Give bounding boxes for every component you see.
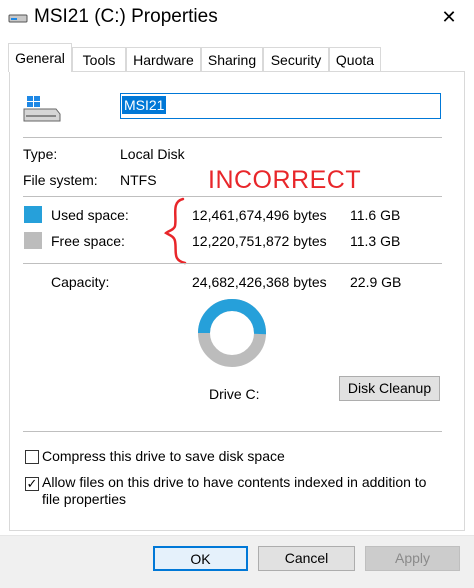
type-value: Local Disk (120, 146, 185, 162)
capacity-label: Capacity: (51, 274, 110, 290)
close-icon: ✕ (441, 7, 457, 27)
compress-label: Compress this drive to save disk space (42, 448, 285, 464)
separator (23, 263, 442, 264)
compress-checkbox[interactable] (25, 450, 39, 464)
tab-security[interactable]: Security (263, 47, 329, 71)
used-space-label: Used space: (51, 207, 129, 223)
window-title: MSI21 (C:) Properties (34, 6, 218, 27)
separator (23, 196, 442, 197)
disk-usage-donut (198, 299, 266, 367)
used-space-bytes: 12,461,674,496 bytes (192, 207, 327, 223)
file-system-value: NTFS (120, 172, 157, 188)
capacity-bytes: 24,682,426,368 bytes (192, 274, 327, 290)
drive-name-input[interactable] (120, 93, 441, 119)
type-label: Type: (23, 146, 58, 162)
free-space-swatch (24, 232, 42, 249)
windows-drive-icon (23, 96, 61, 122)
ok-button[interactable]: OK (153, 546, 248, 571)
free-space-bytes: 12,220,751,872 bytes (192, 233, 327, 249)
tab-general[interactable]: General (8, 43, 72, 72)
index-checkbox[interactable]: ✓ (25, 477, 39, 491)
drive-name-value: MSI21 (122, 96, 167, 114)
apply-button[interactable]: Apply (365, 546, 460, 571)
free-space-size: 11.3 GB (350, 233, 401, 249)
tab-tools[interactable]: Tools (72, 47, 126, 71)
cancel-button[interactable]: Cancel (258, 546, 355, 571)
disk-cleanup-button[interactable]: Disk Cleanup (339, 376, 440, 401)
separator (23, 137, 442, 138)
drive-icon (8, 14, 28, 23)
drive-label: Drive C: (209, 386, 260, 402)
checkmark-icon: ✓ (26, 476, 38, 491)
tab-hardware[interactable]: Hardware (126, 47, 201, 71)
close-button[interactable]: ✕ (434, 4, 464, 30)
separator (23, 431, 442, 432)
used-space-size: 11.6 GB (350, 207, 401, 223)
free-space-label: Free space: (51, 233, 125, 249)
tab-quota[interactable]: Quota (329, 47, 381, 71)
tab-sharing[interactable]: Sharing (201, 47, 263, 71)
index-label: Allow files on this drive to have conten… (42, 474, 427, 507)
brace-annotation (164, 197, 187, 265)
file-system-label: File system: (23, 172, 98, 188)
capacity-size: 22.9 GB (350, 274, 402, 290)
incorrect-annotation: INCORRECT (208, 166, 362, 194)
used-space-swatch (24, 206, 42, 223)
